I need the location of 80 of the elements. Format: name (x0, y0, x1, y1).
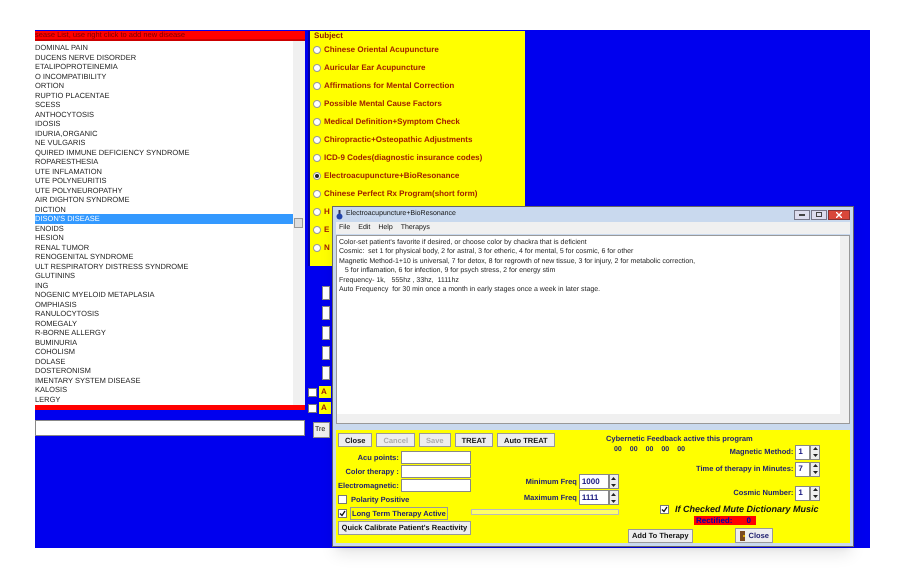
checkbox-label[interactable]: If Checked Mute Dictionary Music (675, 502, 819, 516)
radio-label[interactable]: Chiropractic+Osteopathic Adjustments (324, 134, 472, 146)
checkbox[interactable] (660, 504, 669, 514)
radio-label[interactable]: H (324, 206, 330, 218)
minimize-icon (799, 214, 805, 216)
up-arrow-icon (812, 464, 818, 468)
checkbox-label[interactable]: A (319, 402, 331, 414)
number-field[interactable]: 7 (795, 462, 810, 476)
down-arrow-icon (812, 494, 818, 498)
radio-button[interactable] (313, 190, 321, 198)
button-edge[interactable] (322, 306, 330, 320)
checkbox[interactable] (338, 508, 347, 518)
checkbox-label[interactable]: A (319, 386, 331, 398)
radio-button[interactable] (313, 46, 321, 54)
button-edge[interactable] (322, 326, 330, 340)
radio-button[interactable] (313, 82, 321, 90)
radio-label[interactable]: N (324, 242, 330, 254)
rectified-value: 0 (746, 516, 751, 525)
radio-label[interactable]: Chinese Perfect Rx Program(short form) (324, 188, 478, 200)
group-title: Subject (314, 31, 343, 40)
minimize-button[interactable] (794, 210, 810, 220)
button-edge[interactable] (322, 366, 330, 380)
check-icon (339, 510, 346, 517)
radio-label[interactable]: ICD-9 Codes(diagnostic insurance codes) (324, 152, 482, 164)
radio-label[interactable]: Auricular Ear Acupuncture (324, 62, 426, 74)
spin-buttons[interactable] (810, 444, 820, 460)
notes-text-area[interactable] (336, 234, 850, 424)
scroll-thumb[interactable] (294, 218, 303, 228)
disease-list[interactable] (35, 41, 305, 405)
rectified-label: Rectified: (696, 516, 732, 525)
bottle-icon (336, 210, 343, 220)
up-arrow-icon (812, 447, 818, 450)
radio-button[interactable] (313, 208, 321, 216)
down-arrow-icon (611, 500, 616, 502)
input-field[interactable] (400, 478, 471, 492)
number-field[interactable]: 1 (795, 486, 810, 500)
radio-label[interactable]: E (324, 224, 330, 236)
radio-button[interactable] (313, 226, 321, 234)
up-arrow-icon (611, 493, 616, 496)
spin-buttons[interactable] (608, 474, 619, 490)
vertical-scrollbar[interactable] (840, 236, 849, 424)
up-arrow-icon (611, 477, 616, 480)
radio-label[interactable]: Chinese Oriental Acupuncture (324, 44, 439, 56)
down-arrow-icon (611, 484, 616, 486)
input-field[interactable] (400, 450, 471, 464)
radio-button[interactable] (313, 154, 321, 162)
check-icon (661, 506, 668, 513)
radio-label[interactable]: Electroacupuncture+BioResonance (324, 170, 460, 182)
radio-button[interactable] (313, 118, 321, 126)
button-edge[interactable] (322, 286, 330, 300)
radio-button[interactable] (313, 136, 321, 144)
down-arrow-icon (812, 454, 818, 457)
number-field[interactable]: 1 (795, 444, 810, 460)
scrollbar[interactable] (293, 41, 305, 405)
radio-button[interactable] (313, 64, 321, 72)
close-button[interactable] (828, 210, 850, 220)
maximize-icon (816, 212, 822, 218)
radio-button[interactable] (313, 244, 321, 252)
checkbox[interactable] (308, 404, 317, 412)
spin-buttons[interactable] (608, 490, 619, 506)
down-arrow-icon (812, 470, 818, 474)
up-arrow-icon (812, 488, 818, 492)
checkbox[interactable] (338, 495, 347, 504)
checkbox[interactable] (308, 388, 317, 396)
close-icon (836, 212, 842, 218)
radio-label[interactable]: Medical Definition+Symptom Check (324, 116, 460, 128)
number-field[interactable]: 1000 (578, 474, 609, 490)
horizontal-scrollbar[interactable] (337, 414, 840, 424)
button-edge[interactable] (322, 346, 330, 360)
radio-label[interactable]: Possible Mental Cause Factors (324, 98, 442, 110)
number-field[interactable]: 1111 (578, 490, 609, 506)
radio-button[interactable] (313, 172, 321, 180)
spin-buttons[interactable] (810, 486, 820, 500)
spin-buttons[interactable] (810, 462, 820, 476)
radio-button[interactable] (313, 100, 321, 108)
maximize-button[interactable] (811, 210, 827, 220)
door-icon (738, 530, 747, 540)
radio-label[interactable]: Affirmations for Mental Correction (324, 80, 454, 92)
input-field[interactable] (400, 464, 471, 478)
input-field[interactable] (35, 420, 305, 436)
